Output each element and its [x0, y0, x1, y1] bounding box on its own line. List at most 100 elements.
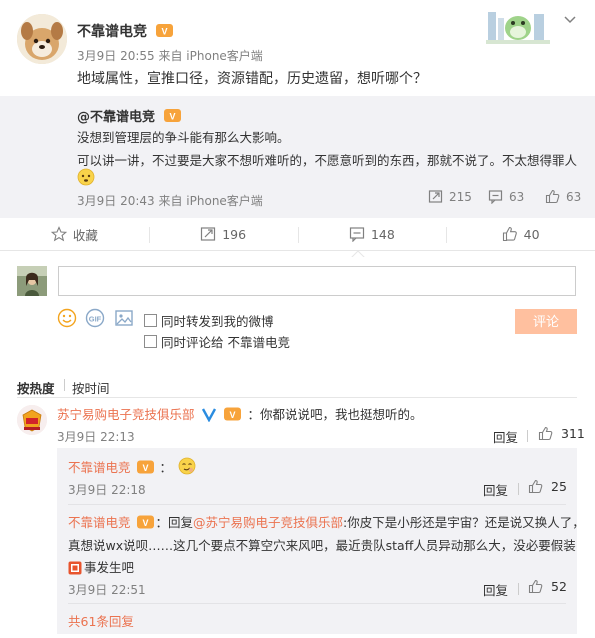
reply-body: 不靠谱电竞 V ： — [68, 457, 198, 476]
comment-like-button[interactable]: 311 — [538, 426, 585, 441]
reply-time: 3月9日 22:51 — [68, 583, 146, 597]
quoted-meta: 3月9日 20:43 来自 iPhone客户端 — [77, 194, 263, 208]
commenter-name[interactable]: 苏宁易购电子竞技俱乐部 — [57, 407, 195, 422]
post-content: 地域属性，宣推口径，资源错配，历史遗留，想听哪个？ — [77, 71, 427, 87]
comment-sort-tabs: 按热度 按时间 — [0, 375, 595, 397]
reply-text: ： — [159, 460, 172, 475]
repost-checkbox-row[interactable]: 同时转发到我的微博 — [144, 311, 274, 330]
comment-like-count: 311 — [561, 426, 585, 441]
reply-button[interactable]: 回复 — [493, 427, 518, 446]
reply-text-line: 真想说wx说呗……这几个要点不算空穴来风吧，最近贵队staff人员异动那么大，没… — [68, 538, 576, 553]
vip-badge-icon: V — [136, 515, 154, 529]
quoted-post: @不靠谱电竞 V 没想到管理层的争斗能有那么大影响。 可以讲一讲，不过要是大家不… — [0, 96, 595, 218]
svg-text:GIF: GIF — [89, 314, 102, 323]
comment-input[interactable] — [58, 266, 576, 296]
svg-text:V: V — [161, 27, 167, 37]
reply-thread: 不靠谱电竞 V ： 3月9日 22:18 回复 25 不靠谱电竞 V ：回复@苏… — [57, 448, 585, 634]
quoted-author-text[interactable]: @不靠谱电竞 — [77, 110, 155, 125]
sort-divider — [64, 379, 65, 391]
repost-count: 196 — [222, 226, 247, 242]
reply-button[interactable]: 回复 — [483, 580, 508, 599]
quoted-repost-number: 215 — [449, 189, 472, 204]
post-meta: 3月9日 20:55 来自 iPhone客户端 — [77, 49, 263, 63]
verified-v-icon — [201, 408, 216, 422]
smirk-emoji-icon — [178, 457, 196, 475]
like-button[interactable]: 40 — [446, 218, 595, 250]
commenter-avatar[interactable] — [17, 405, 47, 435]
vip-badge-icon: V — [224, 407, 242, 421]
comment-to-checkbox-row[interactable]: 同时评论给 不靠谱电竞 — [144, 332, 290, 351]
weibo-post: 不靠谱电竞 V 3月9日 20:55 来自 iPhone客户端 地域属性，宣推口… — [0, 0, 595, 218]
author-name-text[interactable]: 不靠谱电竞 — [77, 24, 147, 40]
post-action-bar: 收藏 196 148 40 — [0, 218, 595, 251]
star-icon — [50, 226, 67, 242]
reply-time: 3月9日 22:18 — [68, 483, 146, 497]
quoted-author[interactable]: @不靠谱电竞 V — [77, 106, 181, 125]
vip-badge-icon: V — [136, 460, 154, 474]
chevron-down-icon[interactable] — [563, 13, 577, 27]
repost-checkbox-label: 同时转发到我的微博 — [161, 314, 274, 329]
quoted-text-line: 可以讲一讲，不过要是大家不想听难听的，不愿意听到的东西，那就不说了。不太想得罪人 — [77, 153, 578, 168]
reply-text: 事发生吧 — [84, 560, 135, 575]
reply-like-count: 52 — [551, 579, 567, 594]
gif-icon[interactable]: GIF — [85, 308, 105, 328]
svg-text:V: V — [230, 410, 236, 420]
quoted-repost-count[interactable]: 215 — [428, 189, 472, 204]
svg-text:V: V — [169, 112, 175, 122]
sort-divider-line — [17, 397, 577, 398]
sort-by-hot-tab[interactable]: 按热度 — [17, 378, 55, 397]
reply-text-line: 事发生吧 — [68, 557, 134, 576]
author-name[interactable]: 不靠谱电竞 V — [77, 21, 173, 41]
reply-mention-link[interactable]: @苏宁易购电子竞技俱乐部 — [193, 515, 343, 530]
comment-button[interactable]: 148 — [297, 218, 447, 250]
repost-checkbox[interactable] — [144, 314, 157, 327]
quoted-like-number: 63 — [566, 189, 582, 204]
reply-divider — [68, 504, 566, 505]
vip-badge-icon: V — [163, 109, 181, 122]
favorite-label: 收藏 — [72, 227, 98, 243]
reply-text: :你皮下是小彤还是宇宙？还是说又换人了， — [343, 515, 585, 530]
no-entry-emoji-icon — [68, 561, 82, 575]
submit-comment-button[interactable]: 评论 — [515, 309, 577, 334]
image-icon[interactable] — [114, 308, 134, 328]
active-tab-caret-icon — [351, 250, 365, 258]
reply-author-name[interactable]: 不靠谱电竞 — [68, 515, 131, 530]
reply-like-button[interactable]: 25 — [528, 479, 567, 494]
reply-button[interactable]: 回复 — [483, 480, 508, 499]
comment-to-checkbox[interactable] — [144, 335, 157, 348]
sweat-emoji-icon — [77, 168, 95, 186]
more-replies-link[interactable]: 共61条回复 — [68, 611, 134, 630]
comment-icon — [349, 227, 365, 242]
quoted-text-line: 没想到管理层的争斗能有那么大影响。 — [77, 130, 290, 145]
favorite-button[interactable]: 收藏 — [0, 218, 149, 250]
my-avatar[interactable] — [17, 266, 47, 296]
reply-body: 不靠谱电竞 V ：回复@苏宁易购电子竞技俱乐部:你皮下是小彤还是宇宙？还是说又换… — [68, 512, 585, 531]
sort-by-time-tab[interactable]: 按时间 — [72, 378, 110, 397]
svg-text:V: V — [142, 463, 148, 473]
quoted-like-count[interactable]: 63 — [545, 189, 581, 204]
repost-icon — [428, 190, 443, 203]
reply-like-button[interactable]: 52 — [528, 579, 567, 594]
comment-count: 148 — [370, 226, 395, 242]
card-decoration-icon — [486, 12, 550, 44]
quoted-comment-count[interactable]: 63 — [488, 189, 524, 204]
thumbs-up-icon — [545, 189, 560, 204]
like-divider — [518, 583, 519, 595]
like-count: 40 — [523, 226, 540, 242]
comment-to-checkbox-label: 同时评论给 不靠谱电竞 — [161, 335, 290, 350]
comment-time: 3月9日 22:13 — [57, 430, 135, 444]
reply-like-count: 25 — [551, 479, 567, 494]
reply-author-name[interactable]: 不靠谱电竞 — [68, 460, 131, 475]
comment-composer: GIF 同时转发到我的微博 同时评论给 不靠谱电竞 评论 — [0, 262, 595, 360]
emoji-icon[interactable] — [57, 308, 77, 328]
thumbs-up-icon — [502, 226, 517, 242]
quoted-comment-number: 63 — [509, 189, 525, 204]
thumbs-up-icon — [528, 479, 543, 494]
author-avatar[interactable] — [17, 14, 67, 64]
repost-icon — [201, 227, 216, 241]
comment-body: 苏宁易购电子竞技俱乐部 V ：你都说说吧，我也挺想听的。 — [57, 404, 422, 423]
like-divider — [518, 483, 519, 495]
comment-text: ：你都说说吧，我也挺想听的。 — [247, 407, 423, 422]
svg-text:V: V — [142, 518, 148, 528]
repost-button[interactable]: 196 — [148, 218, 298, 250]
